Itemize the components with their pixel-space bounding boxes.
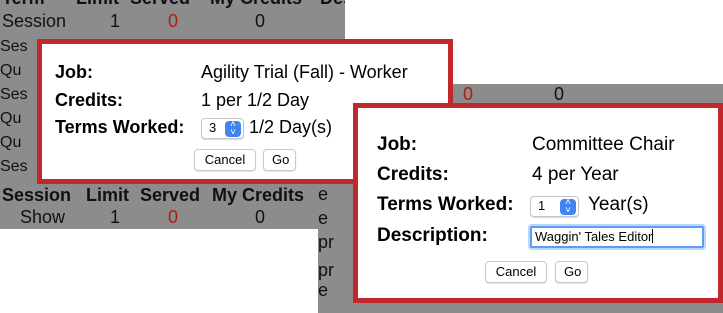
credits-label: Credits: — [55, 90, 124, 110]
terms-stepper[interactable]: 1 ˄ ˅ — [530, 196, 579, 217]
job-label: Job: — [55, 62, 93, 82]
header-limit: Limit — [76, 0, 119, 9]
terms-unit: Year(s) — [588, 194, 649, 215]
terms-worked-label: Terms Worked: — [55, 117, 185, 137]
header-my-credits: My Credits — [210, 0, 302, 9]
credits-value: 1 per 1/2 Day — [201, 90, 310, 110]
terms-value: 3 — [209, 120, 217, 135]
credits-value: 4 per Year — [532, 164, 619, 185]
terms-value: 1 — [538, 198, 546, 213]
go-button[interactable]: Go — [555, 261, 588, 283]
credits-label: Credits: — [377, 164, 449, 185]
terms-unit: 1/2 Day(s) — [249, 117, 333, 137]
up-down-chevron-icon[interactable]: ˄ ˅ — [560, 198, 576, 216]
job-value: Agility Trial (Fall) - Worker — [201, 62, 408, 82]
job-label: Job: — [377, 134, 418, 155]
credit-dialog-committee: Job: Committee Chair Credits: 4 per Year… — [353, 103, 723, 303]
up-down-chevron-icon[interactable]: ˄ ˅ — [225, 120, 241, 138]
cancel-button[interactable]: Cancel — [194, 149, 256, 171]
description-input[interactable]: Waggin' Tales Editor — [530, 226, 704, 248]
cancel-button[interactable]: Cancel — [485, 261, 547, 283]
go-button[interactable]: Go — [263, 149, 296, 171]
terms-stepper[interactable]: 3 ˄ ˅ — [201, 118, 244, 139]
description-label: Description: — [377, 225, 488, 246]
job-value: Committee Chair — [532, 134, 675, 155]
header-served: Served — [130, 0, 190, 9]
header-description: Description — [320, 0, 345, 9]
terms-worked-label: Terms Worked: — [377, 194, 514, 215]
header-term: Term — [2, 0, 45, 9]
